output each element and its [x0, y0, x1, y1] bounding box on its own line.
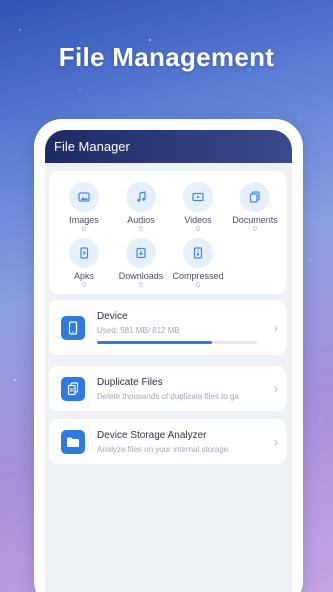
music-note-icon — [126, 182, 156, 212]
apk-icon — [69, 238, 99, 268]
category-apks[interactable]: Apks 0 — [56, 238, 112, 289]
chevron-right-icon: › — [274, 434, 278, 449]
category-audios[interactable]: Audios 0 — [113, 182, 169, 233]
chevron-right-icon: › — [274, 381, 278, 396]
storage-progress-bar — [97, 341, 257, 344]
category-label: Images — [69, 215, 99, 225]
category-count: 0 — [139, 282, 143, 289]
category-count: 0 — [139, 226, 143, 233]
storage-analyzer-subtitle: Analyze files on your internal storage — [97, 444, 229, 454]
category-videos[interactable]: Videos 0 — [170, 182, 226, 233]
category-label: Apks — [73, 271, 94, 281]
category-count: 0 — [253, 226, 257, 233]
category-label: Compressed — [172, 271, 224, 281]
storage-analyzer-row[interactable]: Device Storage Analyzer Analyze files on… — [49, 419, 286, 464]
promo-headline: File Management — [58, 42, 275, 72]
category-count: 0 — [196, 226, 200, 233]
category-documents[interactable]: Documents 0 — [227, 182, 283, 233]
category-count: 0 — [82, 282, 86, 289]
phone-frame: File Manager Images 0 Audios 0 Videos 0 … — [34, 119, 303, 592]
storage-analyzer-title: Device Storage Analyzer — [97, 429, 207, 441]
duplicate-files-info: Duplicate Files Delete thousands of dupl… — [97, 377, 264, 401]
download-icon — [126, 238, 156, 268]
device-usage: Used: 581 MB/ 812 MB — [97, 326, 180, 335]
category-label: Videos — [184, 215, 212, 225]
image-icon — [69, 182, 99, 212]
folder-icon — [61, 429, 85, 454]
category-count: 0 — [196, 282, 200, 289]
storage-analyzer-info: Device Storage Analyzer Analyze files on… — [97, 430, 264, 454]
storage-progress-fill — [97, 341, 213, 344]
duplicate-files-subtitle: Delete thousands of duplicate files to g… — [97, 391, 239, 401]
app-bar: File Manager — [45, 130, 292, 163]
category-count: 0 — [82, 226, 86, 233]
device-title: Device — [97, 311, 128, 322]
duplicate-files-title: Duplicate Files — [97, 376, 163, 388]
category-images[interactable]: Images 0 — [56, 182, 112, 233]
duplicate-files-row[interactable]: Duplicate Files Delete thousands of dupl… — [49, 366, 286, 411]
category-grid: Images 0 Audios 0 Videos 0 Documents 0 A… — [49, 171, 286, 294]
phone-icon — [61, 315, 85, 340]
category-compressed[interactable]: Compressed 0 — [170, 238, 226, 289]
video-icon — [183, 182, 213, 212]
chevron-right-icon: › — [274, 320, 278, 335]
category-downloads[interactable]: Downloads 0 — [113, 238, 169, 289]
category-label: Downloads — [118, 271, 164, 281]
category-label: Audios — [127, 215, 155, 225]
document-icon — [240, 182, 270, 212]
device-storage-row[interactable]: Device Used: 581 MB/ 812 MB › — [49, 300, 286, 355]
app-screen: File Manager Images 0 Audios 0 Videos 0 … — [45, 130, 292, 592]
duplicate-files-icon — [61, 376, 85, 401]
device-info: Device Used: 581 MB/ 812 MB — [97, 311, 264, 344]
app-title: File Manager — [54, 139, 130, 154]
archive-icon — [183, 238, 213, 268]
category-label: Documents — [232, 215, 278, 225]
